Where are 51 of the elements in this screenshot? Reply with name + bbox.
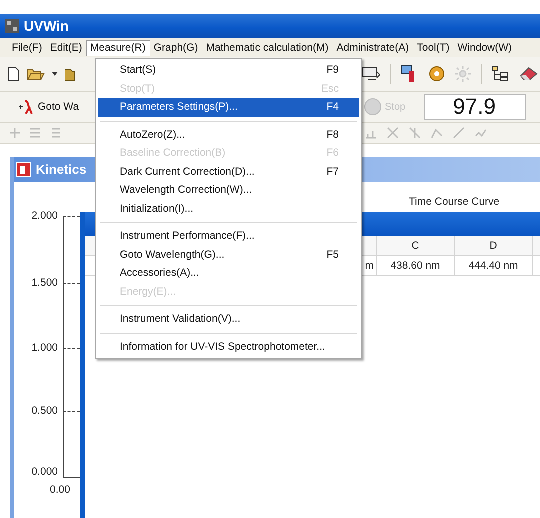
menu-item[interactable]: Initialization(I)... — [98, 200, 359, 218]
list-icon[interactable] — [28, 126, 42, 140]
menu-item[interactable]: Measure(R) — [86, 40, 150, 56]
menu-item[interactable]: Dark Current Correction(D)... F7 — [98, 162, 359, 181]
menu-item[interactable]: Parameters Settings(P)... F4 — [98, 98, 359, 116]
axis-tick-label: 1.500 — [30, 277, 58, 289]
window-title: Kinetics — [36, 162, 87, 177]
menu-item[interactable]: File(F) — [8, 40, 46, 56]
menu-item[interactable]: Administrate(A) — [332, 40, 414, 56]
menu-item[interactable]: Graph(G) — [150, 40, 202, 56]
table-header: C — [377, 236, 455, 256]
axis-tick-label: 0.000 — [30, 466, 58, 478]
new-document-icon[interactable] — [8, 66, 20, 82]
goto-wavelength-button[interactable]: Goto Wa — [8, 97, 86, 117]
menu-item[interactable]: Instrument Performance(F)... — [98, 227, 359, 246]
menu-item[interactable]: Window(W) — [454, 40, 516, 56]
chart-tool-icon[interactable] — [430, 126, 444, 140]
axis-tick-label: 2.000 — [30, 210, 58, 222]
gear-icon[interactable] — [429, 66, 445, 82]
menu-item[interactable]: Start(S) F9 — [98, 61, 359, 80]
open-folder-icon[interactable] — [27, 67, 45, 81]
menu-item[interactable]: Edit(E) — [46, 40, 86, 56]
lamp-icon[interactable] — [455, 66, 471, 82]
monitor-icon[interactable] — [362, 66, 380, 82]
stop-icon — [364, 98, 382, 116]
add-icon[interactable] — [8, 126, 22, 140]
menu-item[interactable]: Mathematic calculation(M) — [202, 40, 333, 56]
table-cell: 438.60 nm — [377, 256, 455, 276]
axis-tick-label: 0.500 — [30, 405, 58, 417]
eraser-icon[interactable] — [520, 67, 538, 81]
chart-tool-icon[interactable] — [386, 126, 400, 140]
table-header: D — [455, 236, 533, 256]
menu-item[interactable]: Information for UV-VIS Spectrophotometer... — [98, 338, 359, 356]
menu-item[interactable]: AutoZero(Z)... F8 — [98, 126, 359, 144]
window-title: UVWin — [24, 18, 69, 34]
tree-icon[interactable] — [492, 66, 510, 82]
app-icon — [4, 18, 20, 34]
menu-item[interactable]: Instrument Validation(V)... — [98, 310, 359, 328]
chart-tool-icon[interactable] — [408, 126, 422, 140]
graph-title: Time Course Curve — [409, 196, 500, 208]
chart-tool-icon[interactable] — [452, 126, 466, 140]
axis-tick-label: 0.00 — [50, 484, 70, 496]
table-cell: 444.40 nm — [455, 256, 533, 276]
axis-tick-label: 1.000 — [30, 342, 58, 354]
window-icon — [16, 162, 32, 178]
menu-item[interactable]: Tool(T) — [413, 40, 454, 56]
menu-item[interactable]: Wavelength Correction(W)... — [98, 181, 359, 200]
lambda-icon — [18, 99, 34, 115]
folder-icon[interactable] — [65, 68, 75, 80]
caret-icon[interactable] — [52, 72, 58, 76]
reading-display: 97.9 — [424, 94, 526, 120]
